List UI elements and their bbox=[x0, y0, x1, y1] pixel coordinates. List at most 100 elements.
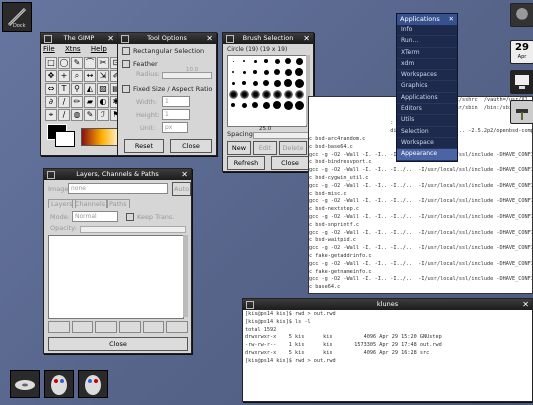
background-color-swatch[interactable] bbox=[55, 131, 75, 147]
brush-item[interactable] bbox=[250, 100, 260, 110]
brush-item[interactable] bbox=[250, 67, 260, 77]
tool-button[interactable]: ⚲ bbox=[71, 83, 83, 95]
close-icon[interactable]: ✕ bbox=[449, 14, 454, 25]
tool-button[interactable]: ▨ bbox=[97, 83, 109, 95]
tool-button[interactable]: ⌕ bbox=[71, 70, 83, 82]
close-icon[interactable]: ✕ bbox=[303, 33, 310, 44]
brush-item[interactable] bbox=[261, 78, 271, 88]
tool-button[interactable]: ∕ bbox=[58, 109, 70, 121]
brush-item[interactable] bbox=[261, 100, 271, 110]
brush-item[interactable] bbox=[250, 78, 260, 88]
tool-button[interactable]: ✏ bbox=[71, 96, 83, 108]
tool-button[interactable]: ◯ bbox=[58, 57, 70, 69]
brush-item[interactable] bbox=[239, 100, 249, 110]
refresh-button[interactable]: Refresh bbox=[227, 156, 265, 170]
tool-button[interactable]: ✂ bbox=[97, 57, 109, 69]
opacity-slider[interactable] bbox=[80, 226, 186, 233]
tool-button[interactable]: ⇔ bbox=[45, 83, 57, 95]
window-menu-icon[interactable] bbox=[121, 35, 129, 43]
brush-item[interactable] bbox=[272, 78, 282, 88]
apps-menu-item[interactable]: xdm bbox=[397, 59, 457, 71]
brush-grid[interactable] bbox=[227, 55, 307, 127]
tool-button[interactable]: ∕ bbox=[58, 96, 70, 108]
auto-button[interactable]: Auto bbox=[172, 182, 191, 196]
brush-item[interactable] bbox=[294, 56, 304, 66]
brush-item[interactable] bbox=[250, 89, 260, 99]
tool-button[interactable]: T bbox=[58, 83, 70, 95]
apps-menu-item[interactable]: XTerm bbox=[397, 48, 457, 59]
apps-menu-item[interactable]: Info bbox=[397, 25, 457, 37]
window-menu-icon[interactable] bbox=[44, 35, 52, 43]
close-icon[interactable]: ✕ bbox=[107, 33, 114, 44]
tool-button[interactable]: ◐ bbox=[97, 96, 109, 108]
applications-menu-title[interactable]: Applications ✕ bbox=[397, 14, 457, 25]
tool-button[interactable]: ⌖ bbox=[45, 109, 57, 121]
mode-select[interactable]: Normal bbox=[72, 211, 118, 222]
tool-button[interactable]: + bbox=[58, 70, 70, 82]
brush-item[interactable] bbox=[239, 89, 249, 99]
tool-button[interactable]: ℐ bbox=[97, 109, 109, 121]
brush-item[interactable] bbox=[228, 67, 238, 77]
tool-button[interactable]: ◍ bbox=[71, 109, 83, 121]
close-icon[interactable]: ✕ bbox=[522, 299, 529, 310]
apps-menu-item[interactable]: Editors bbox=[397, 104, 457, 116]
brush-item[interactable] bbox=[272, 89, 282, 99]
brush-item[interactable] bbox=[261, 67, 271, 77]
feather-checkbox[interactable] bbox=[122, 60, 130, 68]
fixed-size-checkbox[interactable] bbox=[122, 85, 130, 93]
dock-icon-1[interactable] bbox=[10, 370, 40, 398]
brush-selection-titlebar[interactable]: Brush Selection ✕ bbox=[223, 33, 313, 44]
brush-item[interactable] bbox=[294, 78, 304, 88]
tool-button[interactable]: ▰ bbox=[84, 96, 96, 108]
apps-menu-item[interactable]: Selection bbox=[397, 127, 457, 138]
edit-brush-button[interactable]: Edit bbox=[253, 141, 277, 155]
tool-options-titlebar[interactable]: Tool Options ✕ bbox=[118, 33, 216, 44]
brush-item[interactable] bbox=[261, 56, 271, 66]
reset-button[interactable]: Reset bbox=[124, 139, 164, 153]
fixed-size-option[interactable]: Fixed Size / Aspect Ratio bbox=[122, 85, 212, 93]
calendar-dock-icon[interactable]: 29 Apr bbox=[510, 40, 533, 64]
layers-scrollbar[interactable] bbox=[183, 235, 188, 317]
apps-menu-item[interactable]: Utils bbox=[397, 115, 457, 127]
tool-button[interactable]: ↔ bbox=[84, 70, 96, 82]
apps-menu-item[interactable]: Appearance bbox=[397, 149, 457, 161]
apps-menu-item[interactable]: Workspaces bbox=[397, 70, 457, 82]
keep-trans-checkbox[interactable] bbox=[126, 213, 134, 221]
spacing-slider[interactable] bbox=[253, 132, 309, 139]
lower-layer-icon[interactable] bbox=[95, 321, 118, 333]
layers-close-button[interactable]: Close bbox=[48, 337, 188, 351]
apps-menu-item[interactable]: Graphics bbox=[397, 81, 457, 93]
new-brush-button[interactable]: New bbox=[227, 141, 251, 155]
brush-item[interactable] bbox=[283, 100, 293, 110]
brush-item[interactable] bbox=[283, 67, 293, 77]
close-icon[interactable]: ✕ bbox=[181, 169, 188, 180]
brush-item[interactable] bbox=[228, 100, 238, 110]
tool-button[interactable]: ✎ bbox=[71, 57, 83, 69]
brush-item[interactable] bbox=[239, 78, 249, 88]
new-layer-icon[interactable] bbox=[48, 321, 70, 333]
tool-button[interactable]: ✥ bbox=[45, 70, 57, 82]
brush-item[interactable] bbox=[261, 89, 271, 99]
clip-icon[interactable]: Dock bbox=[2, 2, 32, 32]
brush-item[interactable] bbox=[283, 89, 293, 99]
tool-button[interactable]: ⇲ bbox=[97, 70, 109, 82]
duplicate-layer-icon[interactable] bbox=[119, 321, 141, 333]
brush-item[interactable] bbox=[272, 100, 282, 110]
apps-menu-item[interactable]: Workspace bbox=[397, 138, 457, 150]
klunes-titlebar[interactable]: klunes ✕ bbox=[243, 299, 532, 310]
brush-item[interactable] bbox=[272, 56, 282, 66]
monitor-dock-icon[interactable] bbox=[510, 70, 533, 94]
brush-item[interactable] bbox=[283, 56, 293, 66]
menu-xtns[interactable]: Xtns bbox=[65, 45, 81, 53]
layers-list[interactable] bbox=[48, 235, 184, 319]
raise-layer-icon[interactable] bbox=[71, 321, 94, 333]
brush-item[interactable] bbox=[294, 89, 304, 99]
height-field[interactable]: 1 bbox=[162, 109, 190, 120]
brush-close-button[interactable]: Close bbox=[271, 156, 309, 170]
tool-button[interactable]: □ bbox=[45, 57, 57, 69]
close-icon[interactable]: ✕ bbox=[206, 33, 213, 44]
unit-select[interactable]: px bbox=[162, 122, 188, 133]
image-select[interactable]: none bbox=[68, 183, 168, 194]
brush-item[interactable] bbox=[250, 56, 260, 66]
rect-select-checkbox[interactable] bbox=[122, 47, 130, 55]
